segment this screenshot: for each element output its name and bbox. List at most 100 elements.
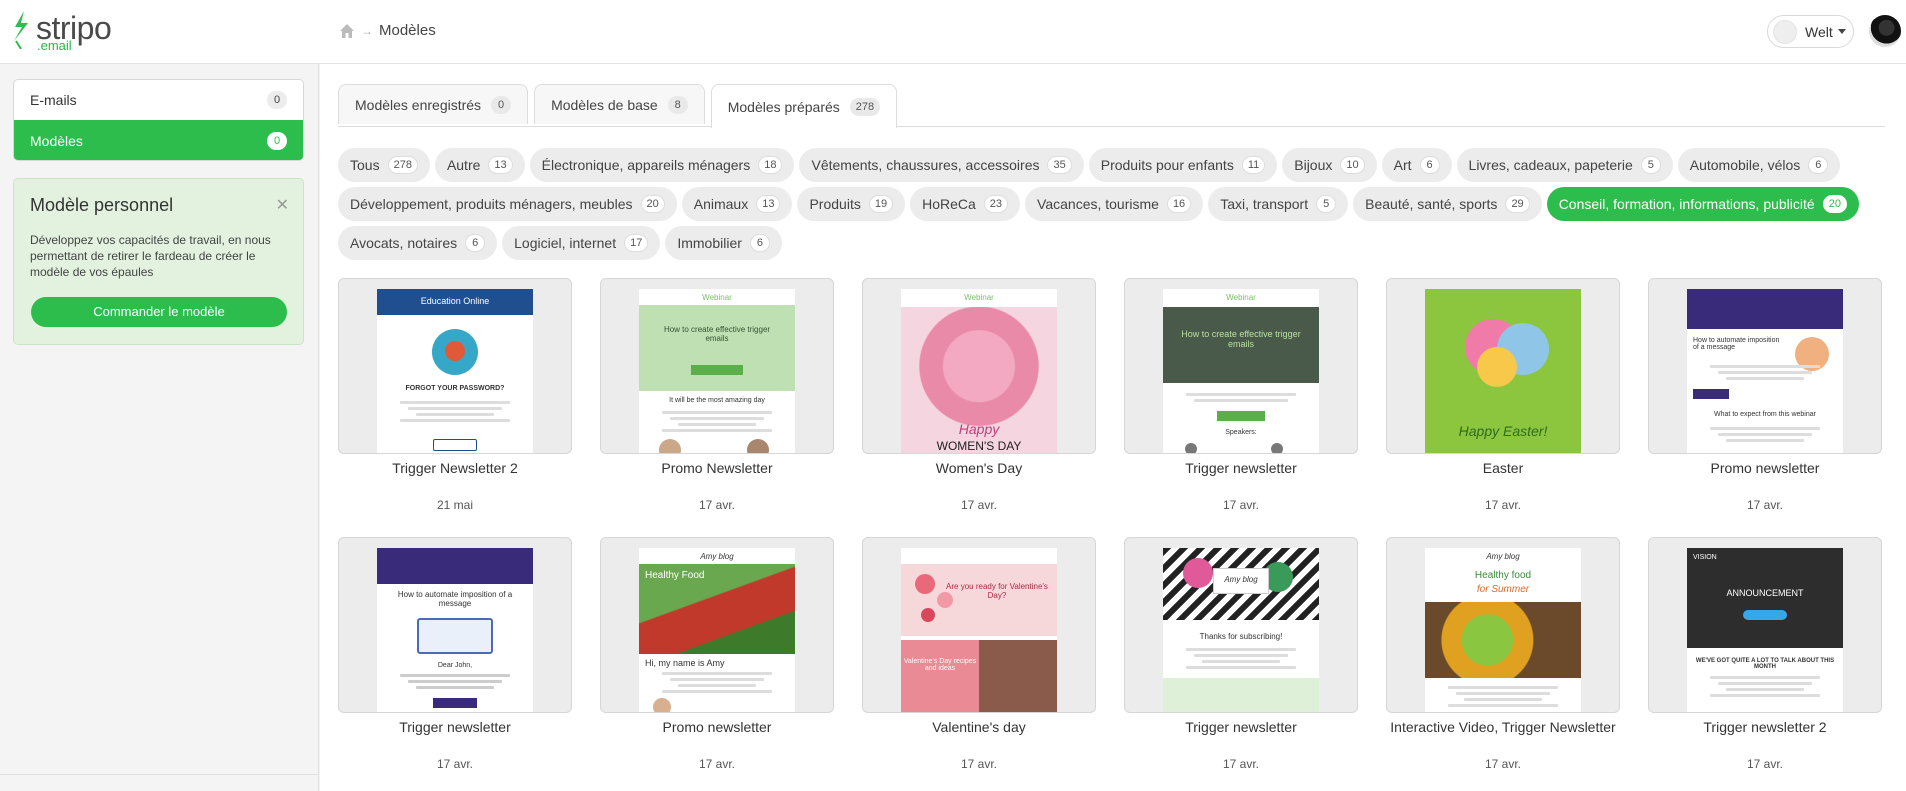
category-chip[interactable]: Art 6 [1381,148,1452,182]
category-chip[interactable]: Immobilier 6 [665,226,782,260]
template-card[interactable]: Amy blog Healthy food for Summer Interactiv… [1386,537,1620,771]
template-date: 17 avr. [1746,757,1784,771]
thumb-circle [747,439,769,453]
template-thumbnail[interactable]: Webinar How to create effective trigger e… [600,278,834,454]
account-dropdown[interactable]: Welt [1767,15,1854,48]
category-chip[interactable]: Conseil, formation, informations, public… [1546,187,1859,221]
thumb-text: WOMEN'S DAY [936,439,1022,453]
category-chip[interactable]: Bijoux 10 [1282,148,1377,182]
template-thumbnail[interactable]: Are you ready for Valentine's Day? Valent… [862,537,1096,713]
thumb-text: Webinar [964,293,994,302]
template-card[interactable]: Amy blog Thanks for subscribing! Trigger n… [1124,537,1358,771]
category-label: Avocats, notaires [350,235,458,251]
text-placeholder [400,419,510,422]
category-chip[interactable]: Électronique, appareils ménagers 18 [529,148,795,182]
text-placeholder [1726,688,1804,691]
template-thumbnail[interactable]: Webinar How to create effective trigger e… [1124,278,1358,454]
text-placeholder [662,690,772,693]
email-preview: Amy blog Healthy food for Summer [1425,548,1581,712]
thumb-band [1687,289,1843,329]
template-card[interactable]: Amy blog Healthy Food Hi, my name is Amy Pr… [600,537,834,771]
category-chip[interactable]: Produits pour enfants 11 [1088,148,1278,182]
thumb-text: Happy Easter! [1458,423,1548,439]
category-label: Animaux [693,196,749,212]
promo-title: Modèle personnel [30,195,174,215]
template-title: Valentine's day [932,719,1026,735]
template-thumbnail[interactable]: Webinar Happy WOMEN'S DAY [862,278,1096,454]
template-date: 21 mai [436,498,474,512]
category-chip[interactable]: Vêtements, chaussures, accessoires 35 [799,148,1084,182]
template-card[interactable]: How to automate imposition of a message W… [1648,278,1882,512]
thumb-text: How to create effective trigger emails [1181,329,1301,349]
text-placeholder [1194,654,1288,657]
thumb-text: How to automate imposition of a message [397,590,513,608]
template-date: 17 avr. [960,498,998,512]
category-chip[interactable]: Vacances, tourisme 16 [1025,187,1204,221]
tab-basic-templates[interactable]: Modèles de base 8 [534,84,705,124]
category-chip[interactable]: Autre 13 [434,148,525,182]
text-placeholder [1194,399,1288,402]
category-label: Livres, cadeaux, papeterie [1468,157,1633,173]
template-card[interactable]: How to automate imposition of a message D… [338,537,572,771]
category-chip[interactable]: Automobile, vélos 6 [1677,148,1841,182]
count-badge: 20 [1822,195,1847,213]
category-label: Automobile, vélos [1689,157,1801,173]
category-chip[interactable]: Beauté, santé, sports 29 [1353,187,1542,221]
count-badge: 10 [1340,156,1365,174]
laptop-illustration [417,618,493,654]
tab-prepared-templates[interactable]: Modèles préparés 278 [710,84,898,128]
template-thumbnail[interactable]: Amy blog Thanks for subscribing! [1124,537,1358,713]
template-title: Women's Day [935,460,1023,476]
thumb-text: Hi, my name is Amy [645,658,725,668]
count-badge: 18 [758,156,783,174]
template-thumbnail[interactable]: How to automate imposition of a message D… [338,537,572,713]
category-chip[interactable]: Produits 19 [797,187,906,221]
text-placeholder [408,680,502,683]
template-card[interactable]: Are you ready for Valentine's Day? Valent… [862,537,1096,771]
template-card[interactable]: Webinar How to create effective trigger e… [1124,278,1358,512]
tab-saved-templates[interactable]: Modèles enregistrés 0 [338,84,529,124]
category-chip[interactable]: Tous 278 [338,148,430,182]
thumb-circle [653,698,671,712]
avatar[interactable] [1869,15,1901,47]
count-badge: 11 [1241,156,1266,174]
template-thumbnail[interactable]: Happy Easter! [1386,278,1620,454]
template-thumbnail[interactable]: How to automate imposition of a message W… [1648,278,1882,454]
category-chip[interactable]: HoReCa 23 [910,187,1021,221]
thumb-button [433,698,477,708]
template-card[interactable]: Happy Easter! Easter 17 avr. [1386,278,1620,512]
text-placeholder [1710,427,1820,430]
category-chip[interactable]: Livres, cadeaux, papeterie 5 [1456,148,1673,182]
category-chip[interactable]: Logiciel, internet 17 [502,226,661,260]
category-chip[interactable]: Taxi, transport 5 [1208,187,1349,221]
stripo-logo[interactable]: stripo .email [12,11,112,55]
category-chip[interactable]: Animaux 13 [681,187,793,221]
template-thumbnail[interactable]: Education Online FORGOT YOUR PASSWORD? [338,278,572,454]
thumb-text: Webinar [702,293,732,302]
template-card[interactable]: VISION ANNOUNCEMENT WE'VE GOT QUITE A LOT … [1648,537,1882,771]
category-chip[interactable]: Avocats, notaires 6 [338,226,498,260]
template-card[interactable]: Webinar Happy WOMEN'S DAY Women's Day 17 avr… [862,278,1096,512]
order-template-button[interactable]: Commander le modèle [31,297,287,327]
template-thumbnail[interactable]: Amy blog Healthy Food Hi, my name is Amy [600,537,834,713]
sidebar-item-templates[interactable]: Modèles 0 [14,120,303,160]
close-icon[interactable]: ✕ [276,195,289,215]
template-title: Trigger Newsletter 2 [392,460,518,476]
category-label: Développement, produits ménagers, meuble… [350,196,633,212]
text-placeholder [1710,694,1820,697]
template-card[interactable]: Webinar How to create effective trigger e… [600,278,834,512]
template-thumbnail[interactable]: Amy blog Healthy food for Summer [1386,537,1620,713]
template-thumbnail[interactable]: VISION ANNOUNCEMENT WE'VE GOT QUITE A LOT … [1648,537,1882,713]
count-badge: 23 [983,195,1009,213]
template-card[interactable]: Education Online FORGOT YOUR PASSWORD? Tri… [338,278,572,512]
thumb-band [1425,602,1581,678]
text-placeholder [1718,371,1812,374]
thumb-band [377,548,533,584]
template-date: 17 avr. [436,757,474,771]
sidebar-item-emails[interactable]: E-mails 0 [14,80,303,120]
tab-label: Modèles de base [551,96,658,113]
category-chip[interactable]: Développement, produits ménagers, meuble… [338,187,677,221]
thumb-circle [445,341,465,361]
home-icon[interactable] [339,23,355,39]
text-placeholder [416,413,494,416]
